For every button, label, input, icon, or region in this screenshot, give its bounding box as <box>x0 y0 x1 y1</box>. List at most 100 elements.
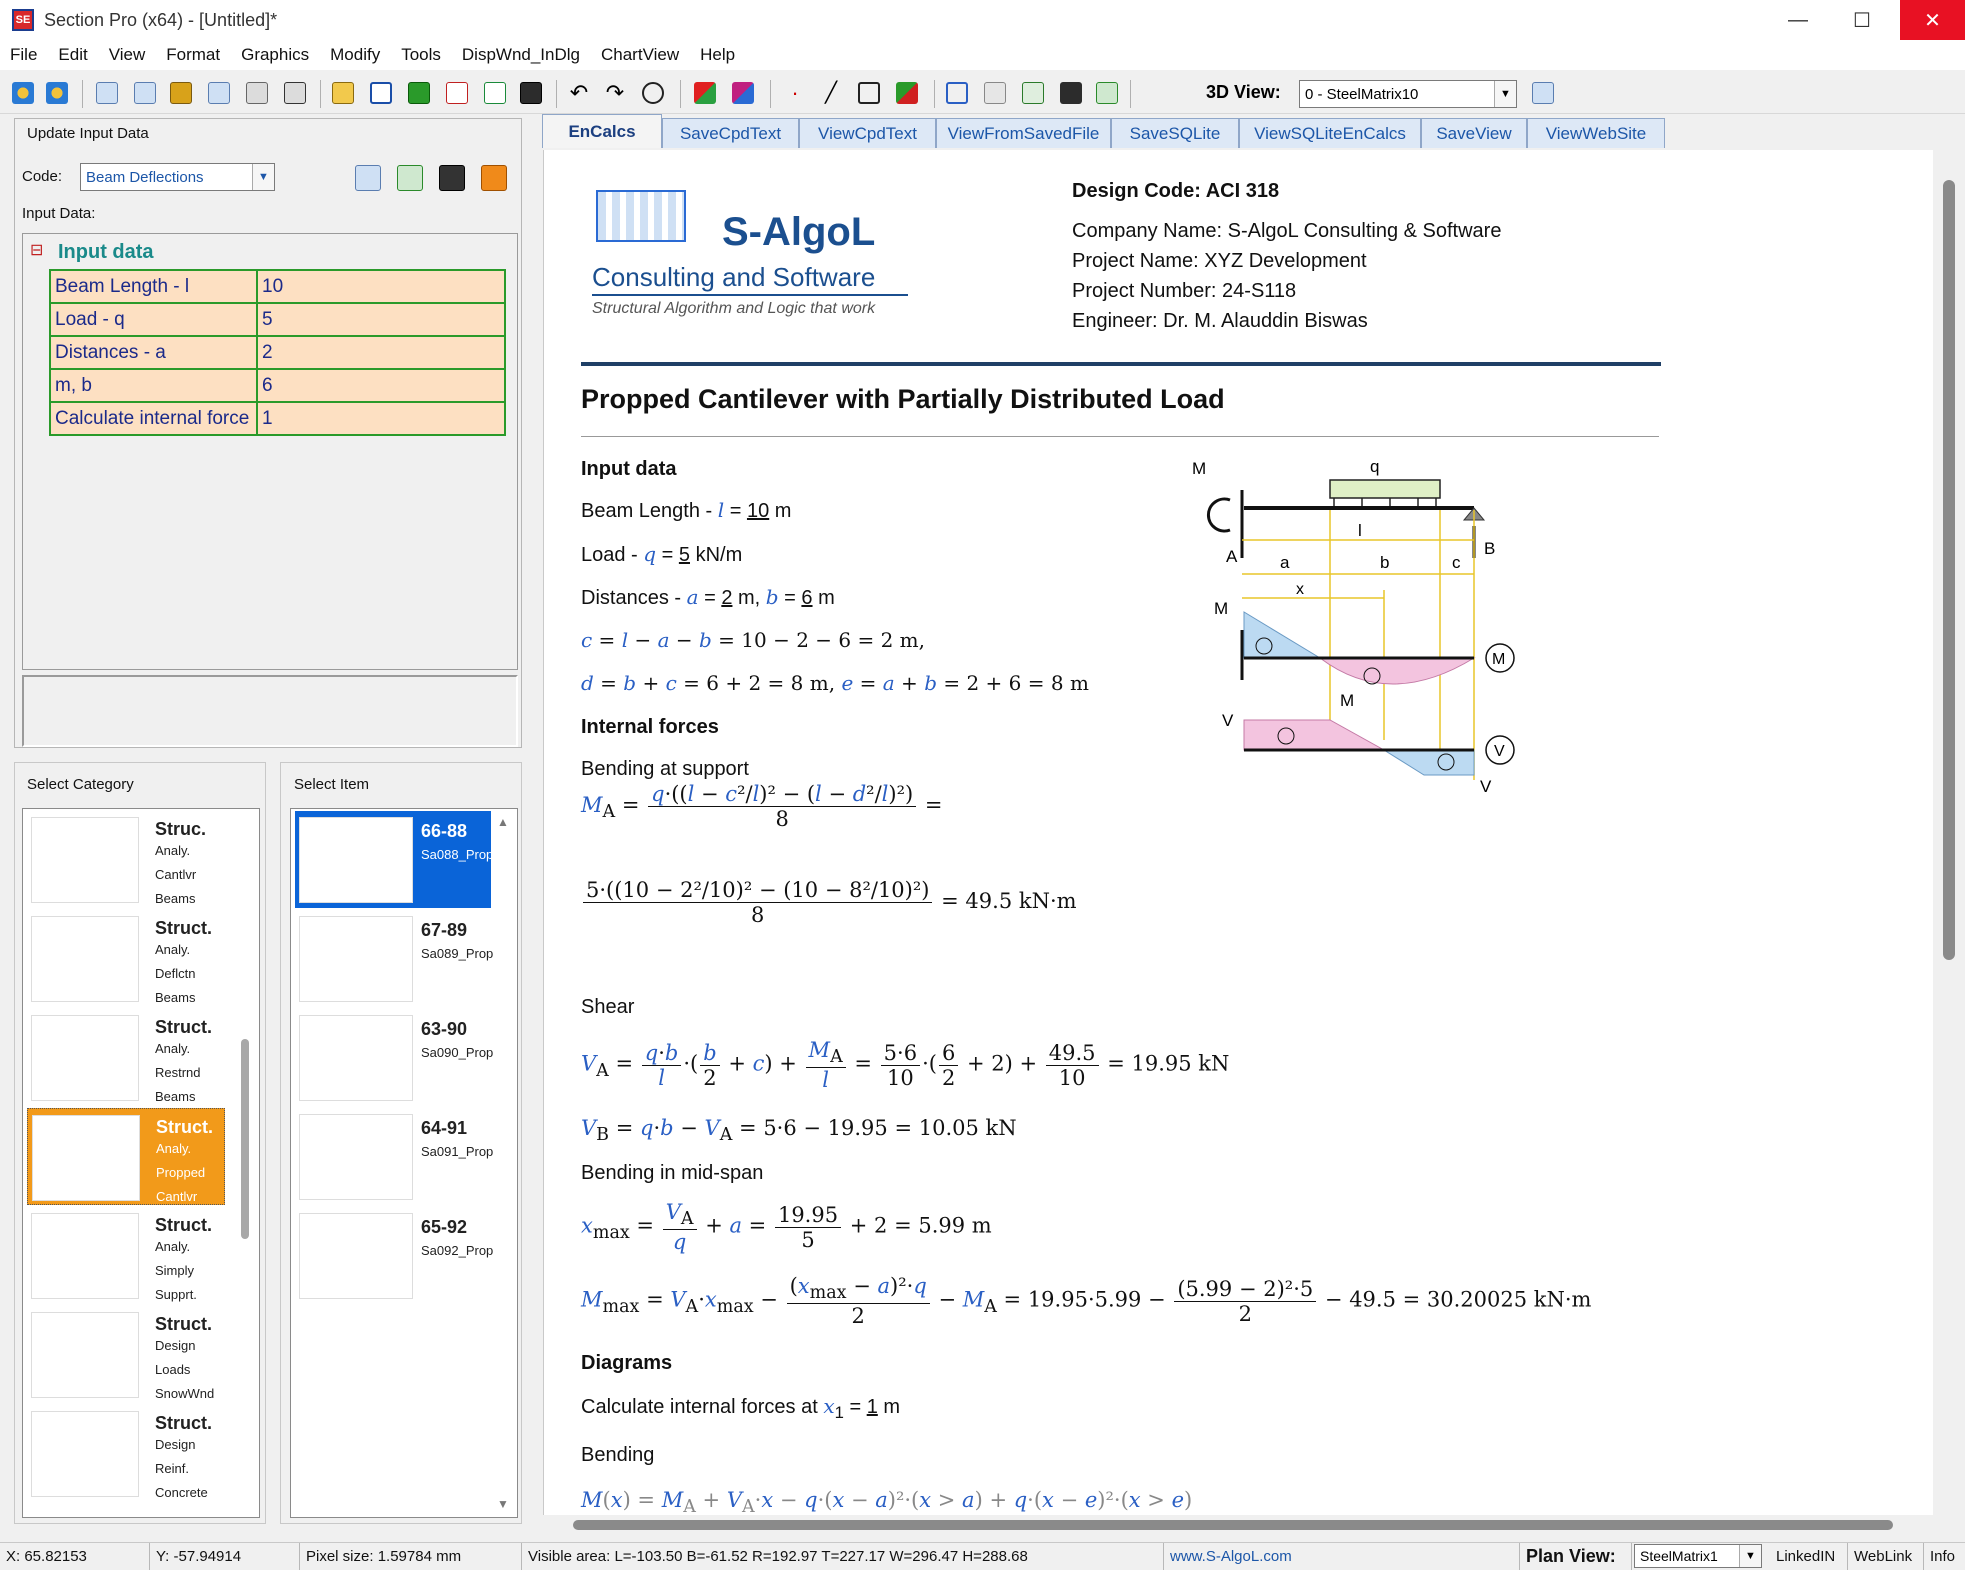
refresh-table-icon[interactable] <box>208 82 230 104</box>
table-icon[interactable] <box>134 82 156 104</box>
status-visible-area: Visible area: L=-103.50 B=-61.52 R=192.9… <box>522 1543 1164 1570</box>
param-value[interactable]: 10 <box>256 269 506 304</box>
save-data-icon[interactable] <box>397 165 423 191</box>
category-list[interactable]: Struc. Analy. Cantlvr Beams Struct. Anal… <box>22 808 260 1518</box>
item-code: Sa092_Prop <box>421 1243 494 1258</box>
polygon-icon[interactable] <box>858 82 880 104</box>
maximize-button[interactable]: ☐ <box>1833 0 1891 40</box>
category-item[interactable]: Struct. Design Loads SnowWnd <box>27 1306 225 1403</box>
line-icon[interactable]: ╱ <box>820 82 842 104</box>
undo-icon[interactable]: ↶ <box>568 82 590 104</box>
website-link[interactable]: www.S-AlgoL.com <box>1164 1543 1520 1570</box>
param-value[interactable]: 5 <box>256 302 506 337</box>
category-item[interactable]: Struct. Design Reinf. Concrete <box>27 1405 225 1502</box>
settings-icon[interactable] <box>1532 82 1554 104</box>
dist-b-value[interactable]: 6 <box>801 587 812 609</box>
code-select[interactable]: Beam Deflections ▼ <box>80 163 275 191</box>
beam-length-value[interactable]: 10 <box>747 500 769 522</box>
sheet-green-icon[interactable] <box>1022 82 1044 104</box>
category-item[interactable]: Struct. Analy. Simply Supprt. <box>27 1207 225 1304</box>
tab-savecpdtext[interactable]: SaveCpdText <box>662 118 799 148</box>
close-button[interactable]: ✕ <box>1900 0 1965 40</box>
item-entry[interactable]: 64-91 Sa091_Prop <box>295 1108 493 1205</box>
frame-icon[interactable] <box>946 82 968 104</box>
menu-view[interactable]: View <box>109 45 146 65</box>
excel-icon[interactable] <box>484 82 506 104</box>
menu-tools[interactable]: Tools <box>401 45 441 65</box>
pdf-icon[interactable] <box>446 82 468 104</box>
tab-encalcs[interactable]: EnCalcs <box>542 114 662 148</box>
spreadsheet-icon[interactable] <box>370 82 392 104</box>
weblink-button[interactable]: WebLink <box>1848 1543 1924 1570</box>
save-all-icon[interactable] <box>1060 82 1082 104</box>
image-icon[interactable] <box>408 82 430 104</box>
tab-savesqlite[interactable]: SaveSQLite <box>1111 118 1239 148</box>
menu-chartview[interactable]: ChartView <box>601 45 679 65</box>
item-entry[interactable]: 65-92 Sa092_Prop <box>295 1207 494 1304</box>
menu-help[interactable]: Help <box>700 45 735 65</box>
doc-horizontal-scrollbar[interactable] <box>543 1515 1937 1535</box>
doc-vscroll-thumb[interactable] <box>1943 180 1955 960</box>
menu-format[interactable]: Format <box>166 45 220 65</box>
shear-label: Shear <box>581 996 635 1018</box>
tab-saveview[interactable]: SaveView <box>1421 118 1527 148</box>
menu-dispwnd[interactable]: DispWnd_InDlg <box>462 45 580 65</box>
title-bar: SE Section Pro (x64) - [Untitled]* — ☐ ✕ <box>0 0 1965 40</box>
clipboard-icon[interactable] <box>439 165 465 191</box>
tab-viewsqliteencalcs[interactable]: ViewSQLiteEnCalcs <box>1239 118 1421 148</box>
grid-icon[interactable] <box>96 82 118 104</box>
calc-at-value[interactable]: 1 <box>867 1396 878 1418</box>
category-item[interactable]: Struct. Analy. Restrnd Beams <box>27 1009 225 1106</box>
item-entry[interactable]: 63-90 Sa090_Prop <box>295 1009 493 1106</box>
menu-modify[interactable]: Modify <box>330 45 380 65</box>
tab-viewcpdtext[interactable]: ViewCpdText <box>799 118 936 148</box>
zoom-in-icon[interactable] <box>12 82 34 104</box>
tab-viewwebsite[interactable]: ViewWebSite <box>1527 118 1665 148</box>
export-green-icon[interactable] <box>1096 82 1118 104</box>
export-icon[interactable] <box>284 82 306 104</box>
item-code: Sa088_Prop <box>421 847 494 862</box>
move-icon[interactable] <box>896 82 918 104</box>
deselect-icon[interactable] <box>732 82 754 104</box>
calculator-icon[interactable] <box>355 165 381 191</box>
doc-hscroll-thumb[interactable] <box>573 1520 1893 1530</box>
scroll-down-icon[interactable]: ▼ <box>497 1497 509 1511</box>
menu-graphics[interactable]: Graphics <box>241 45 309 65</box>
zoom-out-icon[interactable] <box>46 82 68 104</box>
logo-main: S-AlgoL <box>722 210 876 254</box>
scroll-up-icon[interactable]: ▲ <box>497 815 509 829</box>
save-icon[interactable] <box>520 82 542 104</box>
item-selected[interactable]: 66-88 Sa088_Prop <box>295 811 494 908</box>
redo-icon[interactable]: ↷ <box>604 82 626 104</box>
category-title: Struct. <box>155 1017 213 1037</box>
load-value[interactable]: 5 <box>679 544 690 566</box>
point-icon[interactable]: · <box>784 82 806 104</box>
print-icon[interactable] <box>246 82 268 104</box>
select-icon[interactable] <box>694 82 716 104</box>
refresh-icon[interactable] <box>481 165 507 191</box>
zoom-window-icon[interactable] <box>642 82 664 104</box>
param-value[interactable]: 6 <box>256 368 506 403</box>
linkedin-button[interactable]: LinkedIN <box>1770 1543 1848 1570</box>
open-folder-icon[interactable] <box>332 82 354 104</box>
minimize-button[interactable]: — <box>1769 0 1827 40</box>
sheet-icon[interactable] <box>984 82 1006 104</box>
menu-file[interactable]: File <box>10 45 37 65</box>
param-value[interactable]: 1 <box>256 401 506 436</box>
item-entry[interactable]: 67-89 Sa089_Prop <box>295 910 493 1007</box>
menu-edit[interactable]: Edit <box>58 45 87 65</box>
category-item[interactable]: Struc. Analy. Cantlvr Beams <box>27 811 225 908</box>
param-value[interactable]: 2 <box>256 335 506 370</box>
category-item-selected[interactable]: Struct. Analy. Propped Cantlvr <box>27 1108 225 1205</box>
database-icon[interactable] <box>170 82 192 104</box>
doc-vertical-scrollbar[interactable] <box>1937 150 1961 1515</box>
info-button[interactable]: Info <box>1924 1543 1965 1570</box>
tab-viewfromsavedfile[interactable]: ViewFromSavedFile <box>936 118 1111 148</box>
category-scrollbar[interactable] <box>241 1039 249 1239</box>
item-list[interactable]: 66-88 Sa088_Prop 67-89 Sa089_Prop 63-90 … <box>290 808 518 1518</box>
category-item[interactable]: Struct. Analy. Deflctn Beams <box>27 910 225 1007</box>
dist-a-value[interactable]: 2 <box>721 587 732 609</box>
view3d-select[interactable]: 0 - SteelMatrix10 ▼ <box>1299 80 1517 108</box>
collapse-icon[interactable]: ⊟ <box>30 240 43 260</box>
plan-view-select[interactable]: SteelMatrix1 ▼ <box>1634 1544 1762 1568</box>
